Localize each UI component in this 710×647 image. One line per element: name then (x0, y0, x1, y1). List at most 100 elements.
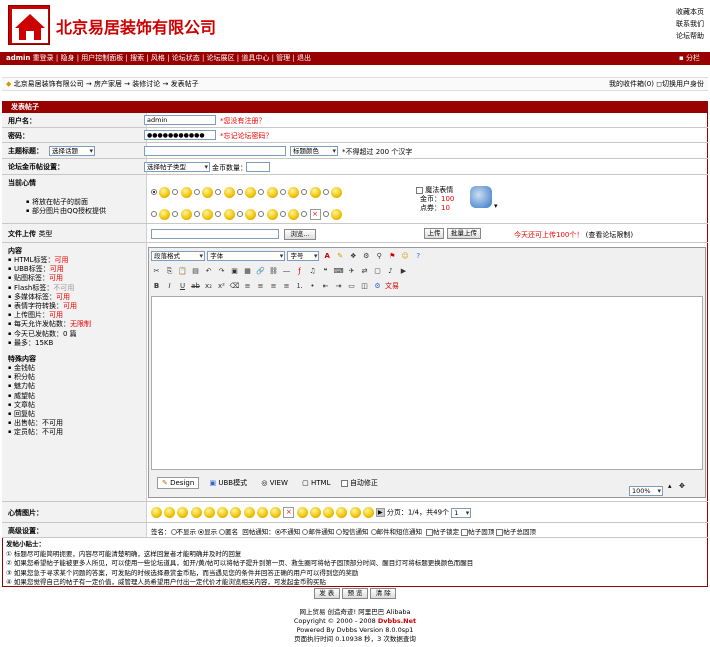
forgot-password-hint[interactable]: *忘记论坛密码？ (220, 131, 273, 141)
subject-input[interactable] (144, 146, 286, 156)
radio-button[interactable] (215, 211, 222, 217)
copy-icon[interactable]: ⎘ (164, 266, 175, 277)
paste-icon[interactable]: 📋 (177, 266, 188, 277)
face-icon[interactable] (330, 208, 342, 220)
red-text-tool[interactable]: 文易 (385, 282, 399, 290)
calendar-icon[interactable]: ▢ (372, 266, 383, 277)
align-right-icon[interactable]: ≡ (268, 281, 279, 292)
nav-item[interactable]: 论坛状态 (172, 54, 200, 62)
bullet-list-icon[interactable]: • (307, 281, 318, 292)
unlink-icon[interactable]: ⛓ (268, 266, 279, 277)
face-icon[interactable] (288, 186, 300, 198)
radio-button[interactable] (193, 189, 200, 195)
face-icon[interactable] (151, 507, 162, 518)
upload-limit-link[interactable]: (查看论坛限制) (586, 231, 633, 239)
nav-item[interactable]: 风格 (151, 54, 165, 62)
radio-button[interactable] (322, 211, 329, 217)
submit-button[interactable]: 发 表 (313, 588, 340, 599)
mp3-icon[interactable]: ♪ (385, 266, 396, 277)
redo-icon[interactable]: ↷ (216, 266, 227, 277)
nav-username[interactable]: admin (6, 54, 30, 62)
radio-button[interactable] (151, 189, 157, 195)
face-icon[interactable] (230, 507, 242, 518)
wmv-icon[interactable]: ▶ (398, 266, 409, 277)
align-center-icon[interactable]: ≡ (255, 281, 266, 292)
italic-icon[interactable]: I (164, 281, 175, 292)
autofix-checkbox[interactable] (340, 479, 348, 487)
justify-icon[interactable]: ≡ (281, 281, 292, 292)
radio-button[interactable] (193, 211, 200, 217)
radio-button[interactable] (236, 211, 243, 217)
face-icon[interactable] (336, 507, 348, 518)
table-icon[interactable]: ▦ (242, 266, 253, 277)
topic-select[interactable]: 选择话题 (49, 146, 95, 156)
special-char-icon[interactable]: ⚙ (361, 251, 372, 262)
insert-object-icon[interactable]: ❖ (348, 251, 359, 262)
radio-button[interactable] (279, 189, 286, 195)
cut-icon[interactable]: ✂ (151, 266, 162, 277)
preview-button[interactable]: 预 览 (342, 588, 368, 599)
link-icon[interactable]: 🔗 (255, 266, 266, 277)
coin-qty-input[interactable] (246, 162, 270, 172)
radio-button[interactable] (151, 211, 157, 217)
page-icon[interactable]: ▭ (346, 281, 357, 292)
face-icon[interactable] (330, 186, 342, 198)
face-icon[interactable] (256, 507, 268, 518)
tab-ubb[interactable]: ▣ UBB模式 (206, 477, 252, 489)
radio-button[interactable] (258, 189, 265, 195)
nav-item[interactable]: 隐身 (60, 54, 74, 62)
face-icon[interactable] (309, 186, 321, 198)
image-icon[interactable]: ▣ (229, 266, 240, 277)
face-icon[interactable] (217, 507, 229, 518)
upload-button[interactable]: 上传 (424, 228, 444, 239)
outdent-icon[interactable]: ⇤ (320, 281, 331, 292)
radio-button[interactable] (322, 189, 329, 195)
indent-icon[interactable]: ⇥ (333, 281, 344, 292)
font-size-select[interactable]: 字号 (287, 251, 320, 261)
nav-item[interactable]: 用户控制面板 (81, 54, 123, 62)
face-icon[interactable] (202, 208, 214, 220)
help-icon[interactable]: ? (413, 251, 424, 262)
bold-icon[interactable]: B (151, 281, 162, 292)
special-content-item[interactable]: 文章帖 (8, 401, 146, 410)
radio-button[interactable] (301, 211, 308, 217)
footer-links[interactable]: 网上贸易 创造奇迹! 阿里巴巴 Alibaba (0, 608, 710, 617)
radio-button[interactable] (279, 211, 286, 217)
media-icon[interactable]: ♫ (307, 266, 318, 277)
switch-user-link[interactable]: 切换用户身份 (662, 80, 704, 88)
special-content-item[interactable]: 定员帖：不可用 (8, 428, 146, 437)
next-page-icon[interactable]: ▶ (375, 508, 385, 517)
password-input[interactable]: ●●●●●●●●●●● (144, 130, 216, 140)
face-icon[interactable] (362, 507, 374, 518)
post-type-select[interactable]: 选择帖子类型 (144, 162, 210, 172)
face-icon[interactable] (180, 186, 192, 198)
tab-view[interactable]: ◎ VIEW (257, 478, 292, 488)
face-icon[interactable] (223, 208, 235, 220)
browse-button[interactable]: 浏览... (284, 229, 316, 240)
special-content-item[interactable]: 金钱帖 (8, 364, 146, 373)
face-icon[interactable] (177, 507, 189, 518)
quote-icon[interactable]: ❝ (320, 266, 331, 277)
radio-button[interactable] (258, 211, 265, 217)
flag-icon[interactable]: ⚑ (387, 251, 398, 262)
emoticon-icon[interactable]: ☺ (400, 251, 411, 262)
radio-button[interactable] (172, 189, 179, 195)
face-icon[interactable] (245, 186, 257, 198)
paste-text-icon[interactable]: ▤ (190, 266, 201, 277)
face-icon[interactable] (159, 208, 171, 220)
radio-button[interactable] (215, 189, 222, 195)
expand-icon[interactable]: ▴ (668, 482, 672, 490)
move-icon[interactable]: ⇄ (359, 266, 370, 277)
clear-format-icon[interactable]: ⌫ (229, 281, 240, 292)
font-family-select[interactable]: 字体 (207, 251, 286, 261)
nav-item[interactable]: 退出 (297, 54, 311, 62)
clear-button[interactable]: 清 除 (370, 588, 397, 599)
split-view-button[interactable]: ▪ 分栏 (679, 52, 700, 65)
face-icon[interactable] (266, 208, 278, 220)
find-icon[interactable]: ⚲ (374, 251, 385, 262)
nav-item[interactable]: 道具中心 (241, 54, 269, 62)
radio-button[interactable] (301, 189, 308, 195)
face-icon[interactable] (349, 507, 361, 518)
tab-html[interactable]: ▢ HTML (298, 478, 334, 488)
batch-upload-button[interactable]: 批量上传 (447, 228, 481, 239)
